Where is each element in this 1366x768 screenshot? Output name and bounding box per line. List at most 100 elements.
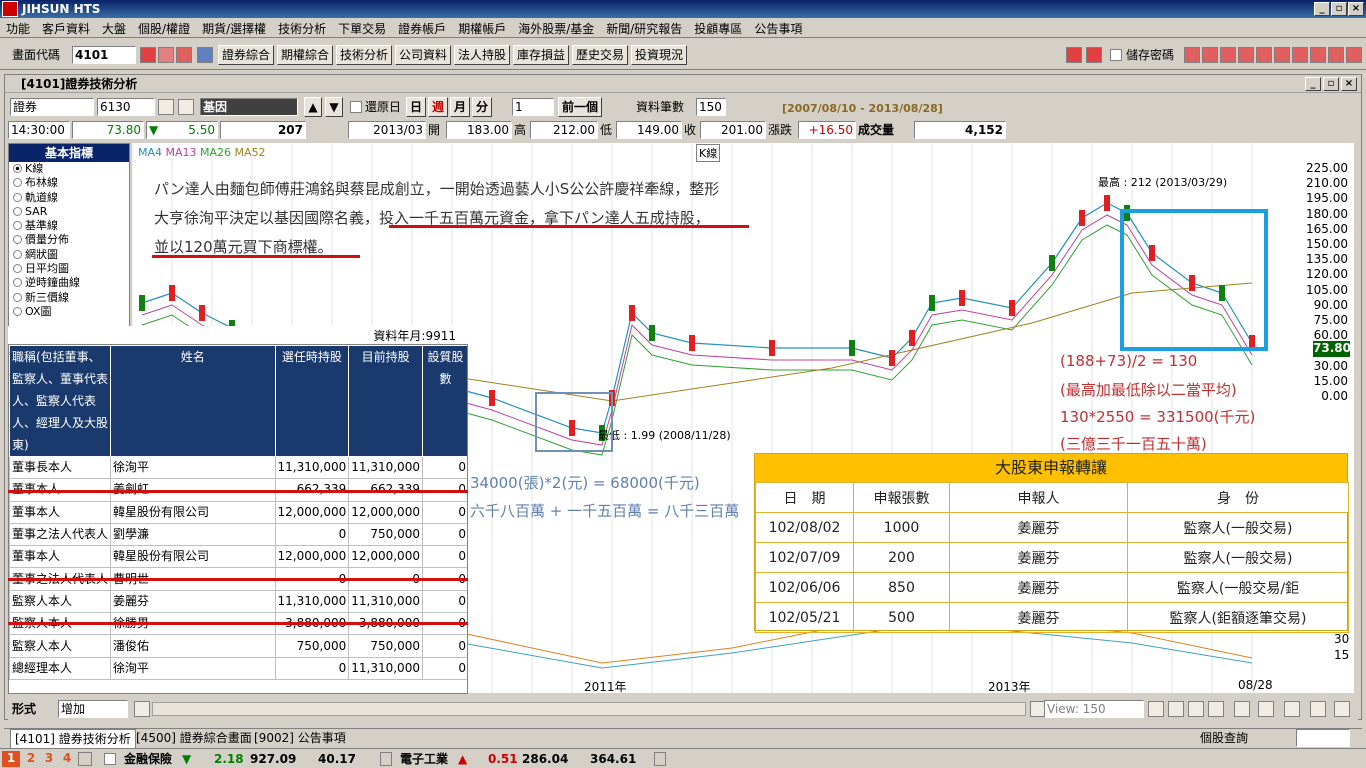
radio-icon[interactable] (13, 192, 22, 202)
page-2-button[interactable]: 2 (22, 751, 40, 767)
menu-item[interactable]: 技術分析 (272, 18, 332, 39)
indicator-option[interactable]: 價量分佈 (9, 233, 129, 247)
search-icon[interactable] (178, 99, 194, 115)
period-month-button[interactable]: 月 (450, 97, 471, 117)
settings-icon[interactable] (1334, 701, 1350, 717)
ticker-dropdown[interactable] (654, 752, 666, 766)
menu-item[interactable]: 投顧專區 (688, 18, 748, 39)
page-1-button[interactable]: 1 (2, 751, 20, 767)
tab-9002[interactable]: [9002] 公告事項 (250, 729, 350, 747)
toolbar-button[interactable]: 期權綜合 (277, 45, 334, 65)
table-row[interactable]: 董事之法人代表人 劉學濂 0 750,000 0 (9, 522, 467, 547)
back-icon[interactable] (1066, 47, 1082, 63)
radio-icon[interactable] (13, 292, 22, 302)
menu-item[interactable]: 下單交易 (332, 18, 392, 39)
radio-icon[interactable] (13, 264, 22, 274)
toolbar-button[interactable]: 法人持股 (454, 45, 511, 65)
indicator-option[interactable]: 新三價線 (9, 291, 129, 305)
tool-icon[interactable] (1346, 47, 1362, 63)
toolbar-button[interactable]: 歷史交易 (572, 45, 629, 65)
stock-query-input[interactable] (1296, 729, 1350, 747)
table-row[interactable]: 董事長本人 徐洵平 11,310,000 11,310,000 0 (9, 455, 467, 480)
table-row[interactable]: 董事本人 韓星股份有限公司 12,000,000 12,000,000 0 (9, 500, 467, 524)
radio-icon[interactable] (13, 235, 22, 245)
ticker-checkbox[interactable] (104, 753, 116, 765)
radio-icon[interactable] (13, 306, 22, 316)
indicator-option[interactable]: SAR (9, 205, 129, 219)
indicator-option[interactable]: 基準線 (9, 219, 129, 233)
table-row[interactable]: 董事本人 韓星股份有限公司 12,000,000 12,000,000 0 (9, 545, 467, 569)
menu-item[interactable]: 功能 (0, 18, 36, 39)
view-count[interactable]: View: 150 (1044, 700, 1144, 718)
page-4-button[interactable]: 4 (58, 751, 76, 767)
form-select[interactable]: 增加 (58, 700, 128, 718)
doc-minimize-button[interactable]: _ (1305, 77, 1321, 91)
indicator-icon[interactable] (1234, 701, 1250, 717)
dropdown-icon[interactable] (158, 99, 174, 115)
toolbar-button[interactable]: 公司資料 (395, 45, 452, 65)
menu-item[interactable]: 海外股票/基金 (512, 18, 600, 39)
dropdown-icon[interactable] (197, 47, 213, 63)
down-arrow-icon[interactable]: ▼ (325, 97, 343, 117)
radio-icon[interactable] (13, 221, 22, 231)
menu-item[interactable]: 新聞/研究報告 (600, 18, 688, 39)
zoom-out-icon[interactable] (1168, 701, 1184, 717)
indicator-option[interactable]: K線 (9, 162, 129, 176)
folder-icon[interactable] (158, 47, 174, 63)
toolbar-button[interactable]: 庫存損益 (513, 45, 570, 65)
ticker-dropdown[interactable] (380, 752, 392, 766)
tab-4101[interactable]: [4101] 證券技術分析 (10, 729, 136, 749)
indicator-option[interactable]: 布林線 (9, 176, 129, 190)
tool-icon[interactable] (1220, 47, 1236, 63)
print-icon[interactable] (176, 47, 192, 63)
toolbar-button[interactable]: 證券綜合 (218, 45, 275, 65)
period-week-button[interactable]: 週 (428, 97, 449, 117)
interval-select[interactable]: 1 (512, 98, 554, 116)
tool-icon[interactable] (1184, 47, 1200, 63)
menu-item[interactable]: 公告事項 (748, 18, 808, 39)
tab-4500[interactable]: [4500] 證券綜合畫面 (132, 729, 256, 747)
search-icon[interactable] (140, 47, 156, 63)
reset-day-checkbox[interactable] (350, 101, 362, 113)
refresh-icon[interactable] (1208, 701, 1224, 717)
page-3-button[interactable]: 3 (40, 751, 58, 767)
doc-close-button[interactable]: × (1341, 77, 1357, 91)
indicator-option[interactable]: 日平均圖 (9, 262, 129, 276)
table-row[interactable]: 監察人本人 潘俊佑 750,000 750,000 0 (9, 634, 467, 658)
count-input[interactable]: 150 (696, 98, 726, 116)
period-minute-button[interactable]: 分 (472, 97, 493, 117)
restore-button[interactable]: ▫ (1331, 2, 1347, 16)
forward-icon[interactable] (1086, 47, 1102, 63)
tool-icon[interactable] (1310, 47, 1326, 63)
indicator-option[interactable]: OX圖 (9, 305, 129, 319)
save-icon[interactable] (1284, 701, 1300, 717)
screen-code-input[interactable]: 4101 (72, 46, 136, 64)
lock-icon[interactable] (78, 752, 92, 766)
copy-icon[interactable] (1258, 701, 1274, 717)
toolbar-button[interactable]: 投資現況 (631, 45, 688, 65)
table-row[interactable]: 總經理本人 徐洵平 0 11,310,000 0 (9, 656, 467, 680)
indicator-option[interactable]: 網狀圖 (9, 248, 129, 262)
menu-item[interactable]: 客戶資料 (36, 18, 96, 39)
tool-icon[interactable] (1256, 47, 1272, 63)
up-arrow-icon[interactable]: ▲ (304, 97, 322, 117)
radio-icon[interactable] (13, 178, 22, 188)
menu-item[interactable]: 證券帳戶 (392, 18, 452, 39)
close-button[interactable]: × (1348, 2, 1364, 16)
draw-icon[interactable] (1310, 701, 1326, 717)
prev-stock-button[interactable]: 前一個 (558, 97, 603, 117)
radio-icon[interactable] (13, 278, 22, 288)
tool-icon[interactable] (1202, 47, 1218, 63)
tool-icon[interactable] (1274, 47, 1290, 63)
menu-item[interactable]: 期權帳戶 (452, 18, 512, 39)
menu-item[interactable]: 個股/權證 (132, 18, 196, 39)
radio-icon[interactable] (13, 164, 22, 173)
stock-code-input[interactable]: 6130 (97, 98, 155, 116)
radio-icon[interactable] (13, 249, 22, 259)
magnify-icon[interactable] (1188, 701, 1204, 717)
table-row[interactable]: 監察人本人 姜麗芬 11,310,000 11,310,000 0 (9, 589, 467, 614)
zoom-in-icon[interactable] (1148, 701, 1164, 717)
save-password-checkbox[interactable] (1110, 49, 1122, 61)
tool-icon[interactable] (1238, 47, 1254, 63)
minimize-button[interactable]: _ (1314, 2, 1330, 16)
